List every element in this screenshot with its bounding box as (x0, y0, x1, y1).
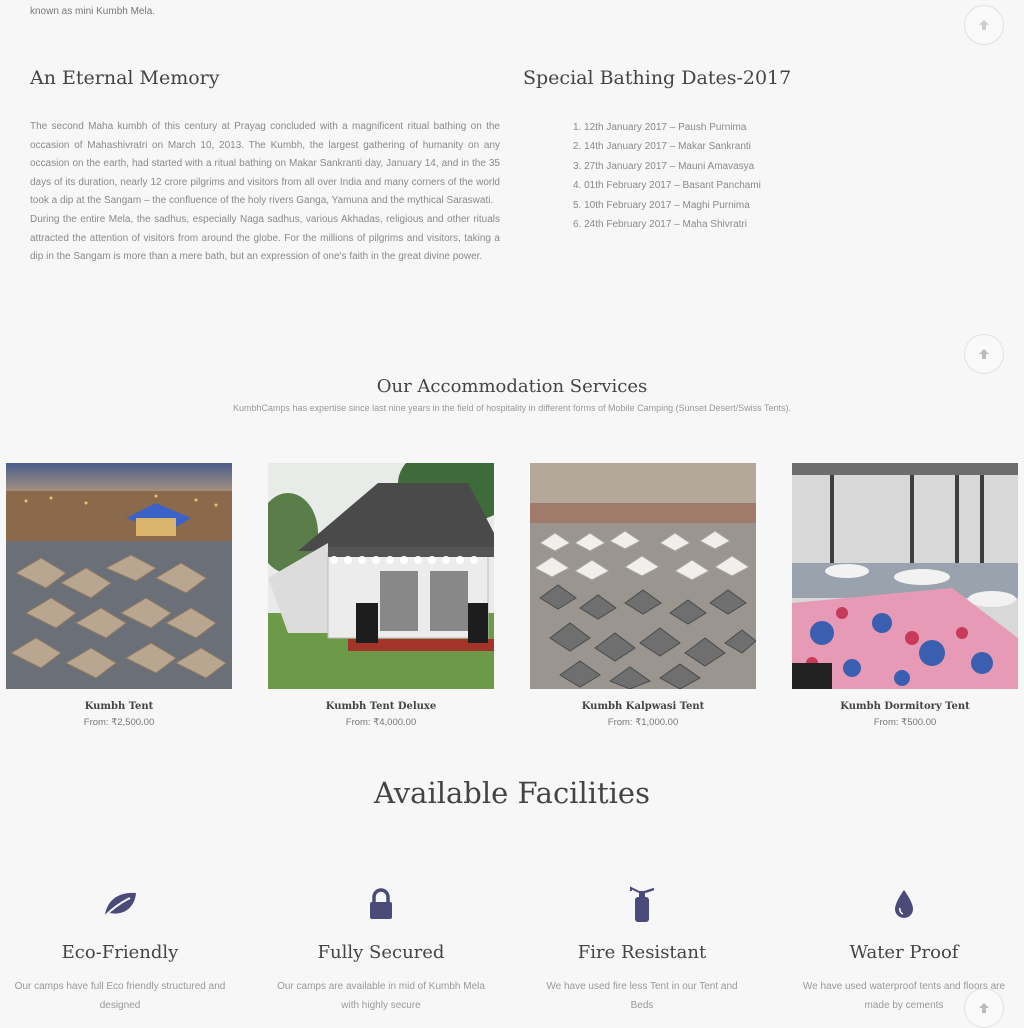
scroll-top-button[interactable] (964, 5, 1004, 45)
list-item: 1. 12th January 2017 – Paush Purnima (573, 122, 747, 133)
facility-fire-resistant: Fire Resistant We have used fire less Te… (522, 884, 762, 1015)
leaf-icon (104, 892, 136, 917)
product-card-kumbh-tent[interactable]: Kumbh Tent From: ₹2,500.00 (6, 463, 232, 728)
intro-text: known as mini Kumbh Mela. (30, 6, 156, 17)
kumbh-tent-deluxe-image[interactable] (268, 463, 494, 689)
arrow-up-icon (979, 349, 989, 359)
product-price: From: ₹1,000.00 (607, 717, 679, 728)
facility-title: Water Proof (849, 942, 959, 963)
facility-description: Our camps have full Eco friendly structu… (14, 981, 226, 1011)
kumbh-kalpwasi-tent-image[interactable] (530, 463, 756, 689)
product-card-kumbh-kalpwasi-tent[interactable]: Kumbh Kalpwasi Tent From: ₹1,000.00 (530, 463, 756, 728)
memory-title: An Eternal Memory (30, 67, 220, 89)
bathing-dates-list: 1. 12th January 2017 – Paush Purnima 2. … (573, 118, 761, 234)
facility-title: Fully Secured (317, 942, 445, 963)
list-item: 3. 27th January 2017 – Mauni Amavasya (573, 160, 755, 172)
memory-paragraph: During the entire Mela, the sadhus, espe… (30, 213, 500, 263)
product-name[interactable]: Kumbh Tent Deluxe (268, 701, 494, 712)
facility-title: Fire Resistant (577, 942, 707, 963)
product-name[interactable]: Kumbh Tent (6, 701, 232, 712)
list-item: 5. 10th February 2017 – Maghi Purnima (573, 199, 750, 211)
memory-body: The second Maha kumbh of this century at… (30, 118, 500, 267)
bathing-dates-title: Special Bathing Dates-2017 (523, 67, 792, 89)
product-card-kumbh-tent-deluxe[interactable]: Kumbh Tent Deluxe From: ₹4,000.00 (268, 463, 494, 728)
product-price: From: ₹500.00 (873, 717, 937, 728)
kumbh-tent-image[interactable] (6, 463, 232, 689)
product-name[interactable]: Kumbh Dormitory Tent (792, 701, 1018, 712)
product-price: From: ₹2,500.00 (83, 717, 155, 728)
kumbh-dormitory-tent-image[interactable] (792, 463, 1018, 689)
facilities-title: Available Facilities (374, 776, 650, 810)
list-item: 2. 14th January 2017 – Makar Sankranti (573, 141, 751, 153)
arrow-up-icon (979, 20, 989, 30)
accommodation-subtitle: KumbhCamps has expertise since last nine… (233, 403, 791, 413)
memory-paragraph: The second Maha kumbh of this century at… (30, 121, 500, 207)
lock-icon (370, 888, 392, 919)
product-name[interactable]: Kumbh Kalpwasi Tent (530, 701, 756, 712)
fire-extinguisher-icon (630, 886, 655, 922)
facility-description: Our camps are available in mid of Kumbh … (277, 981, 485, 1011)
accommodation-title: Our Accommodation Services (376, 376, 648, 397)
facility-eco-friendly: Eco-Friendly Our camps have full Eco fri… (0, 884, 240, 1015)
product-price: From: ₹4,000.00 (345, 717, 417, 728)
facility-title: Eco-Friendly (61, 942, 179, 963)
list-item: 6. 24th February 2017 – Maha Shivratri (573, 219, 747, 231)
scroll-top-button[interactable] (964, 334, 1004, 374)
facility-water-proof: Water Proof We have used waterproof tent… (784, 884, 1024, 1015)
product-card-kumbh-dormitory-tent[interactable]: Kumbh Dormitory Tent From: ₹500.00 (792, 463, 1018, 728)
facility-description: We have used waterproof tents and floors… (802, 981, 1006, 1011)
water-drop-icon (895, 890, 913, 918)
facility-fully-secured: Fully Secured Our camps are available in… (261, 884, 501, 1015)
list-item: 4. 01th February 2017 – Basant Panchami (573, 180, 761, 192)
facility-description: We have used fire less Tent in our Tent … (546, 981, 738, 1011)
